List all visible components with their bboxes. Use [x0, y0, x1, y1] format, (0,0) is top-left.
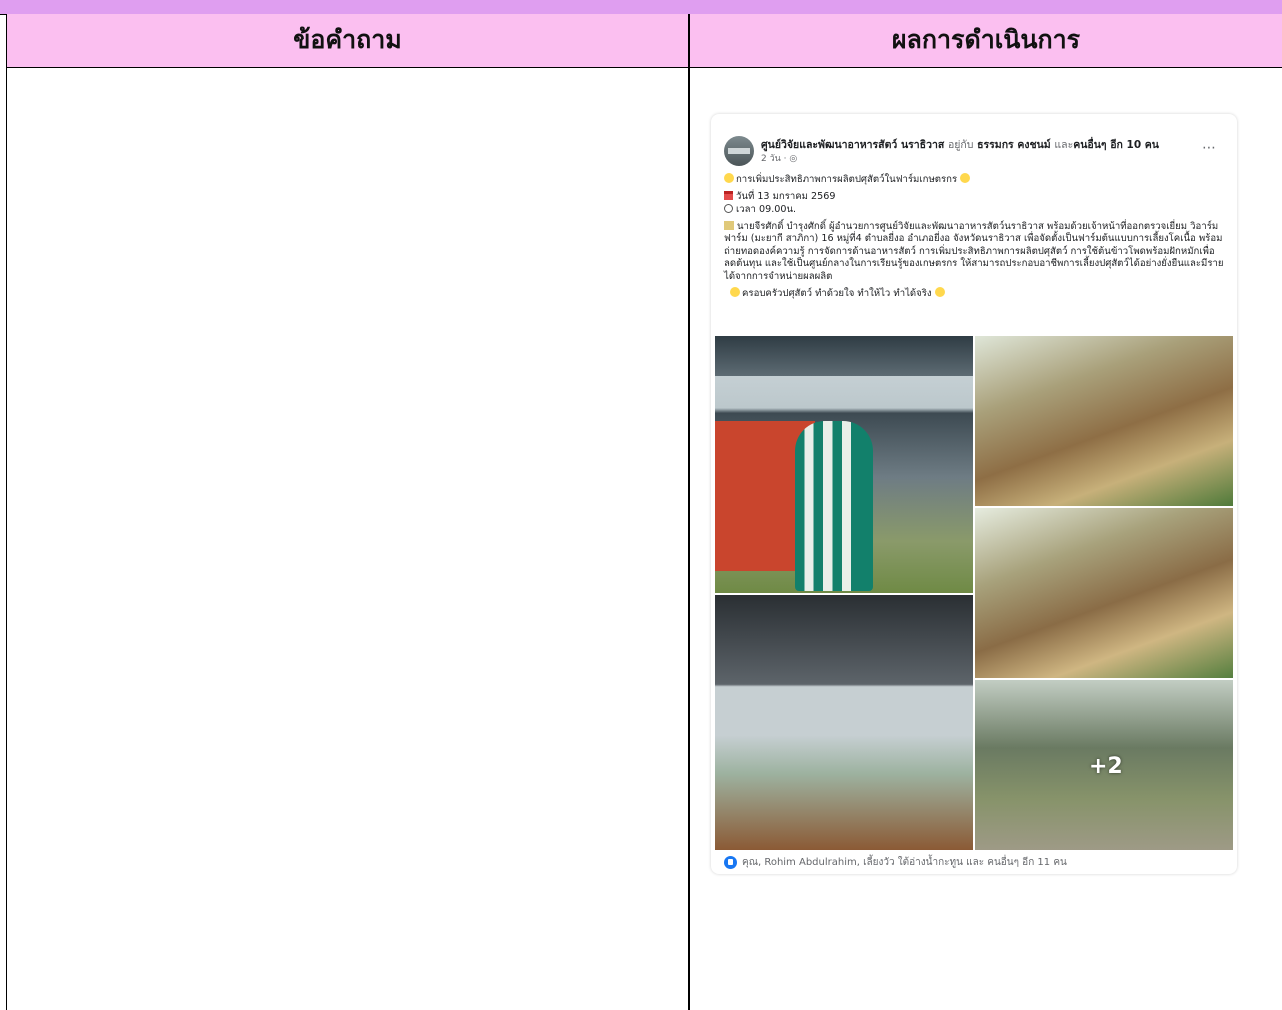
reactions-text: คุณ, Rohim Abdulrahim, เลี้ยงวัว ใต้อ่าง… [742, 857, 1067, 868]
post-slogan: ครอบครัวปศุสัตว์ ทำด้วยใจ ทำให้ไว ทำได้จ… [742, 288, 932, 299]
header-question: ข้อคำถาม [293, 25, 402, 54]
memo-icon [724, 220, 734, 230]
post-title-line: การเพิ่มประสิทธิภาพการผลิตปศุสัตว์ในฟาร์… [724, 173, 1224, 187]
post-slogan-line: ครอบครัวปศุสัตว์ ทำด้วยใจ ทำให้ไว ทำได้จ… [724, 287, 1224, 301]
facebook-post-screenshot: ศูนย์วิจัยและพัฒนาอาหารสัตว์ นราธิวาส อย… [711, 114, 1237, 874]
reactions-bar[interactable]: คุณ, Rohim Abdulrahim, เลี้ยงวัว ใต้อ่าง… [724, 855, 1067, 870]
photo-man-at-farm[interactable] [715, 336, 973, 593]
sparkle-icon [730, 287, 740, 297]
post-event-time: เวลา 09.00น. [736, 204, 797, 215]
clock-icon [724, 204, 733, 213]
like-icon [724, 856, 737, 869]
more-photos-count[interactable]: +2 [1089, 754, 1123, 779]
post-date: วันที่ 13 มกราคม 2569 [736, 190, 836, 202]
with-text: อยู่กับ [947, 139, 974, 151]
shed-roof [715, 336, 973, 376]
table-header-row: ข้อคำถาม ผลการดำเนินการ [7, 14, 1282, 68]
sparkle-icon [960, 173, 971, 183]
globe-icon: ◎ [789, 154, 798, 164]
sparkle-icon [934, 287, 945, 297]
post-time-text: 2 วัน · [761, 154, 790, 164]
and-text: และ [1054, 139, 1074, 151]
more-options-icon[interactable]: ⋯ [1202, 140, 1217, 156]
photo-cattle-feeding-2[interactable] [975, 508, 1233, 678]
sparkle-icon [724, 173, 734, 183]
others-link[interactable]: คนอื่นๆ อีก 10 คน [1073, 139, 1159, 151]
post-description-line: นายจีรศักดิ์ บำรุงศักดิ์ ผู้อำนวยการศูนย… [724, 220, 1224, 284]
post-description: นายจีรศักดิ์ บำรุงศักดิ์ ผู้อำนวยการศูนย… [724, 220, 1224, 282]
post-time: 2 วัน · ◎ [761, 151, 797, 165]
person-striped-shirt [795, 421, 873, 591]
column-divider [688, 14, 690, 1010]
post-title: การเพิ่มประสิทธิภาพการผลิตปศุสัตว์ในฟาร์… [736, 174, 958, 185]
header-result: ผลการดำเนินการ [891, 25, 1081, 54]
calendar-icon [724, 190, 733, 200]
top-color-band [0, 0, 1282, 15]
photo-cattle-feeding-1[interactable] [975, 336, 1233, 506]
post-date-line: วันที่ 13 มกราคม 2569 [724, 190, 1224, 204]
post-body: การเพิ่มประสิทธิภาพการผลิตปศุสัตว์ในฟาร์… [724, 173, 1224, 305]
post-header: ศูนย์วิจัยและพัฒนาอาหารสัตว์ นราธิวาส อย… [761, 136, 1159, 153]
photo-meeting-table[interactable] [715, 595, 973, 850]
page-avatar [724, 136, 754, 166]
tagged-person[interactable]: ธรรมกร คงชนม์ [977, 139, 1051, 151]
post-time-line: เวลา 09.00น. [724, 204, 1224, 217]
page-name[interactable]: ศูนย์วิจัยและพัฒนาอาหารสัตว์ นราธิวาส [761, 139, 944, 151]
question-cell [7, 68, 687, 1010]
